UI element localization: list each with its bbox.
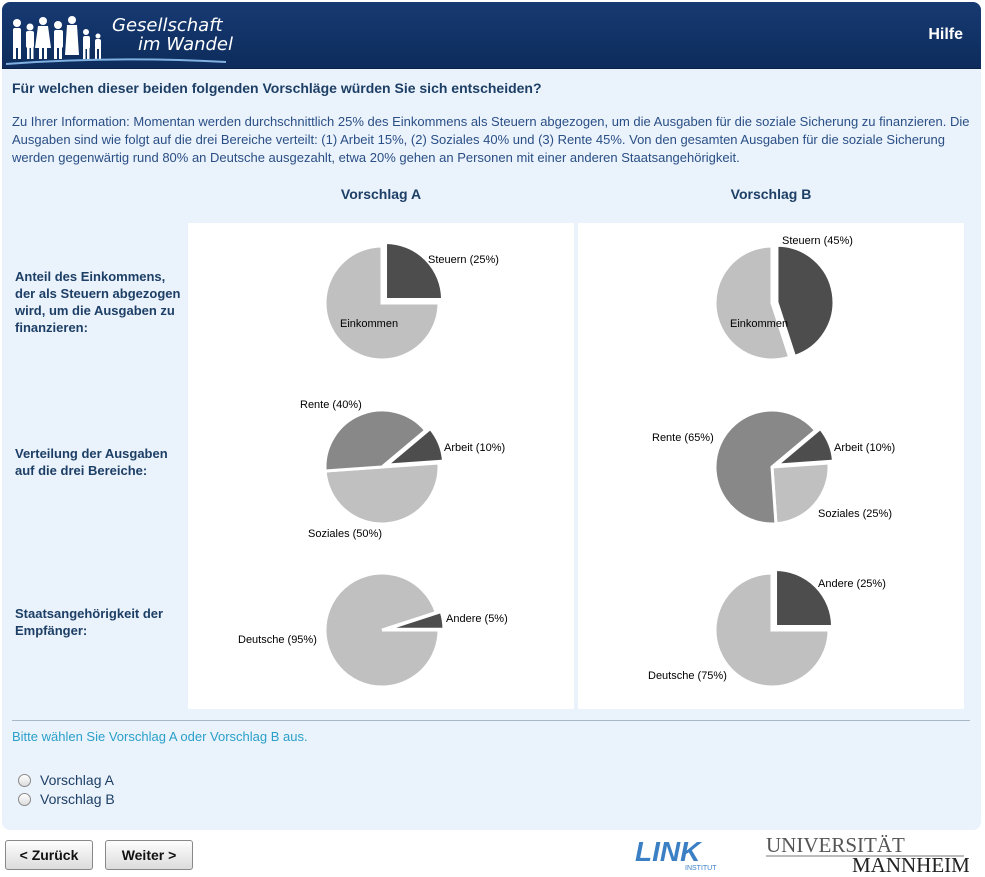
logo-title-line2: im Wandel	[138, 34, 234, 55]
pie-slice-label: Einkommen	[340, 318, 398, 330]
instruction-text: Bitte wählen Sie Vorschlag A oder Vorsch…	[12, 729, 308, 744]
people-silhouette-logo	[13, 16, 101, 59]
pie-slice-label: Andere (25%)	[818, 578, 886, 590]
column-title-b: Vorschlag B	[730, 186, 812, 202]
pie-slice	[323, 461, 441, 526]
pie-slice	[323, 571, 441, 689]
link-logo-subtext: INSTITUT	[685, 865, 717, 872]
uni-logo-line2: MANNHEIM	[852, 853, 969, 874]
radio-button-a[interactable]	[18, 773, 31, 787]
pie-slice-label: Einkommen	[730, 318, 788, 330]
pie-slice-label: Steuern (45%)	[782, 235, 853, 247]
next-button[interactable]: Weiter >	[105, 840, 193, 870]
header-bar: Gesellschaft im Wandel Hilfe	[2, 2, 981, 69]
help-link[interactable]: Hilfe	[928, 26, 963, 44]
pie-slice-label: Rente (40%)	[300, 399, 362, 411]
pie-slice-label: Soziales (25%)	[818, 508, 892, 520]
row-label-nationality: Staatsangehörigkeit der Empfänger:	[15, 606, 164, 638]
back-button[interactable]: < Zurück	[5, 840, 93, 870]
proposal-b-charts: Steuern (45%) Einkommen Arbeit (10%) Sozial…	[648, 235, 895, 689]
option-vorschlag-a[interactable]: Vorschlag A	[18, 772, 114, 788]
radio-button-b[interactable]	[18, 792, 31, 806]
survey-frame: Gesellschaft im Wandel Hilfe Für welchen…	[2, 2, 981, 830]
logo-swoosh	[6, 58, 226, 65]
pie-slice-label: Soziales (50%)	[308, 528, 382, 540]
pie-slice-label: Andere (5%)	[446, 613, 508, 625]
pie-slice-label: Arbeit (10%)	[834, 442, 895, 454]
question-heading: Für welchen dieser beiden folgenden Vors…	[12, 80, 542, 96]
option-b-label: Vorschlag B	[40, 791, 115, 807]
pie-slice-label: Arbeit (10%)	[444, 442, 505, 454]
divider	[12, 720, 970, 721]
pie-slice-label: Rente (65%)	[652, 432, 714, 444]
option-a-label: Vorschlag A	[40, 772, 114, 788]
info-text: Zu Ihrer Information: Momentan werden du…	[12, 114, 970, 165]
option-vorschlag-b[interactable]: Vorschlag B	[18, 791, 115, 807]
link-logo-text: LINK	[635, 836, 702, 867]
row-label-spending: Verteilung der Ausgaben auf die drei Ber…	[15, 446, 168, 478]
pie-slice	[384, 240, 445, 301]
proposal-a-panel: Steuern (25%) Einkommen Arbeit (10%) Sozial…	[188, 223, 574, 709]
pie-slice-label: Deutsche (75%)	[648, 670, 727, 682]
proposal-a-charts: Steuern (25%) Einkommen Arbeit (10%) Sozial…	[238, 240, 508, 689]
universitaet-mannheim-logo: UNIVERSITÄT MANNHEIM	[766, 834, 969, 874]
column-title-a: Vorschlag A	[340, 186, 422, 202]
proposal-b-panel: Steuern (45%) Einkommen Arbeit (10%) Sozial…	[578, 223, 964, 709]
logo-title-line1: Gesellschaft	[112, 15, 223, 36]
pie-slice-label: Steuern (25%)	[428, 254, 499, 266]
pie-slice-label: Deutsche (95%)	[238, 634, 317, 646]
link-institut-logo: LINK INSTITUT	[635, 836, 717, 872]
row-label-tax: Anteil des Einkommens, der als Steuern a…	[15, 269, 181, 335]
